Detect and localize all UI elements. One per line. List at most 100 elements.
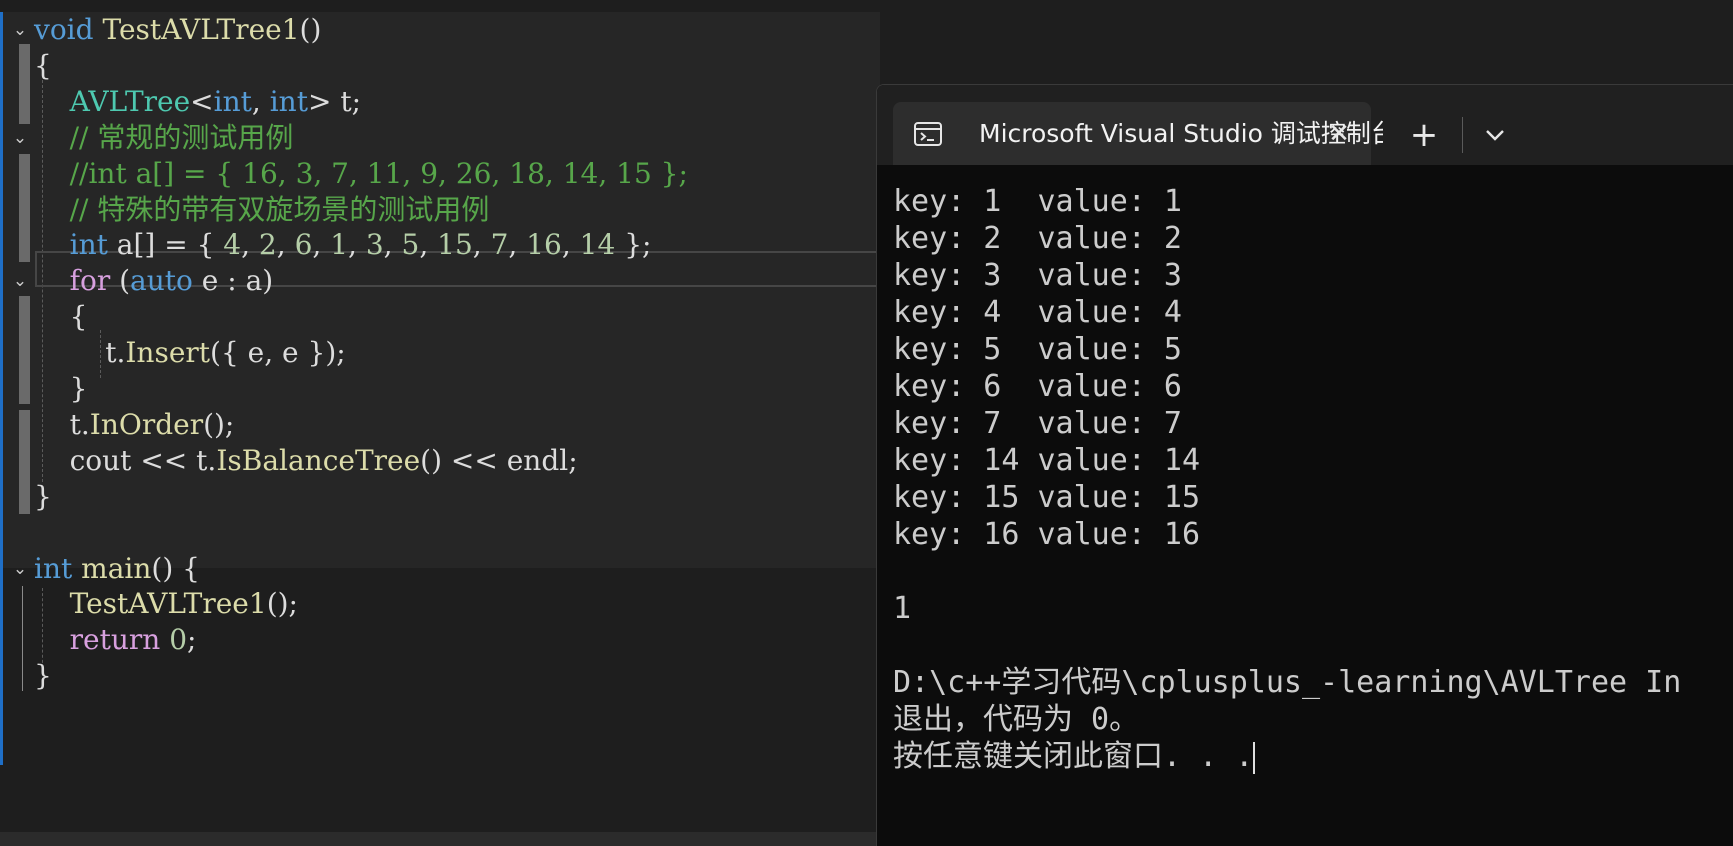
code-token: , — [419, 228, 438, 262]
terminal-line: D:\c++学习代码\cplusplus_-learning\AVLTree I… — [893, 665, 1682, 700]
code-token: cout << t. — [34, 443, 217, 477]
code-line[interactable] — [0, 513, 880, 553]
code-token: 1 — [330, 228, 349, 262]
code-text: for (auto e : a) — [34, 261, 274, 301]
code-line[interactable]: { — [0, 297, 880, 337]
fold-toggle-icon[interactable]: ⌄ — [10, 271, 30, 291]
fold-toggle-icon[interactable]: ⌄ — [10, 559, 30, 579]
code-text: t.InOrder(); — [34, 405, 235, 445]
code-token: ({ e, e }); — [210, 336, 346, 370]
terminal-line: key: 3 value: 3 — [893, 258, 1182, 293]
code-text: void TestAVLTree1() — [34, 10, 321, 50]
terminal-line: 退出，代码为 0。 — [893, 702, 1140, 737]
code-token: int — [69, 228, 108, 262]
code-line[interactable]: return 0; — [0, 620, 880, 660]
code-token: Insert — [125, 336, 211, 370]
code-line[interactable]: //int a[] = { 16, 3, 7, 11, 9, 26, 18, 1… — [0, 154, 880, 194]
code-token: IsBalanceTree — [216, 443, 421, 477]
code-text: // 特殊的带有双旋场景的测试用例 — [34, 190, 490, 230]
new-tab-button[interactable]: + — [1404, 115, 1444, 155]
terminal-line: 1 — [893, 591, 912, 626]
terminal-line: key: 14 value: 14 — [893, 443, 1201, 478]
code-text: // 常规的测试用例 — [34, 118, 294, 158]
fold-toggle-icon[interactable]: ⌄ — [10, 128, 30, 148]
code-text: } — [34, 656, 52, 696]
code-line[interactable]: ⌄ for (auto e : a) — [0, 261, 880, 301]
code-token: 7 — [490, 228, 509, 262]
code-token: 15 — [437, 228, 473, 262]
code-line[interactable]: cout << t.IsBalanceTree() << endl; — [0, 441, 880, 481]
code-line[interactable]: t.InOrder(); — [0, 405, 880, 445]
chevron-down-icon[interactable] — [1475, 113, 1515, 157]
code-line[interactable]: { — [0, 46, 880, 86]
terminal-window[interactable]: Microsoft Visual Studio 调试控制台 ✕ + key: 1… — [876, 84, 1733, 846]
code-text: t.Insert({ e, e }); — [34, 333, 346, 373]
titlebar-separator — [1462, 117, 1463, 153]
terminal-line: key: 1 value: 1 — [893, 184, 1182, 219]
code-token: 16 — [526, 228, 562, 262]
code-token: // 常规的测试用例 — [69, 120, 294, 154]
code-line[interactable]: TestAVLTree1(); — [0, 584, 880, 624]
terminal-line: key: 5 value: 5 — [893, 332, 1182, 367]
code-token: main — [81, 551, 152, 585]
code-line[interactable]: } — [0, 369, 880, 409]
code-line[interactable]: ⌄ void TestAVLTree1() — [0, 10, 880, 50]
code-token: a[] = { — [107, 228, 224, 262]
code-token: e : a) — [192, 264, 274, 298]
code-token: void — [34, 13, 94, 46]
code-text: cout << t.IsBalanceTree() << endl; — [34, 441, 578, 481]
code-token: () { — [151, 551, 200, 585]
code-line[interactable]: int a[] = { 4, 2, 6, 1, 3, 5, 15, 7, 16,… — [0, 225, 880, 265]
text-cursor — [1253, 741, 1256, 774]
code-line[interactable]: } — [0, 656, 880, 696]
terminal-line: key: 7 value: 7 — [893, 406, 1182, 441]
code-token: return — [69, 623, 161, 657]
code-token: , — [508, 228, 527, 262]
terminal-line: 按任意键关闭此窗口. . . — [893, 739, 1256, 774]
code-token: t. — [34, 407, 90, 441]
code-line[interactable]: // 特殊的带有双旋场景的测试用例 — [0, 190, 880, 230]
code-line[interactable]: t.Insert({ e, e }); — [0, 333, 880, 373]
code-text: { — [34, 297, 88, 337]
code-token: 0 — [169, 623, 188, 657]
code-token: int — [269, 84, 308, 118]
code-line[interactable]: AVLTree<int, int> t; — [0, 82, 880, 122]
code-token: () — [299, 13, 322, 46]
code-token: } — [34, 479, 52, 513]
terminal-tab[interactable]: Microsoft Visual Studio 调试控制台 ✕ — [893, 102, 1383, 165]
code-token: { — [34, 48, 52, 82]
code-line[interactable]: } — [0, 477, 880, 517]
editor-status-strip — [0, 832, 880, 846]
fold-toggle-icon[interactable]: ⌄ — [10, 20, 30, 40]
code-token: int — [34, 551, 73, 585]
code-token: 2 — [258, 228, 277, 262]
code-token: // 特殊的带有双旋场景的测试用例 — [69, 192, 490, 226]
code-text: int a[] = { 4, 2, 6, 1, 3, 5, 15, 7, 16,… — [34, 225, 652, 265]
code-token: TestAVLTree1 — [102, 13, 300, 46]
code-token: AVLTree — [69, 84, 191, 118]
code-token: { — [34, 300, 88, 334]
code-text: TestAVLTree1(); — [34, 584, 298, 624]
code-editor[interactable]: ⌄ void TestAVLTree1(){ AVLTree<int, int> … — [0, 0, 880, 846]
close-tab-button[interactable]: ✕ — [1321, 116, 1357, 152]
code-token: t. — [34, 336, 126, 370]
terminal-line: key: 2 value: 2 — [893, 221, 1182, 256]
code-line[interactable]: ⌄ int main() { — [0, 549, 880, 589]
code-token: InOrder — [89, 407, 204, 441]
code-token: () << endl; — [420, 443, 578, 477]
code-token: 3 — [365, 228, 384, 262]
code-token: 4 — [223, 228, 242, 262]
code-token: , — [312, 228, 331, 262]
code-line[interactable]: ⌄ // 常规的测试用例 — [0, 118, 880, 158]
terminal-output[interactable]: key: 1 value: 1 key: 2 value: 2 key: 3 val… — [893, 183, 1723, 775]
code-token: (); — [203, 407, 235, 441]
code-token: ; — [187, 623, 197, 657]
code-text: //int a[] = { 16, 3, 7, 11, 9, 26, 18, 1… — [34, 154, 688, 194]
